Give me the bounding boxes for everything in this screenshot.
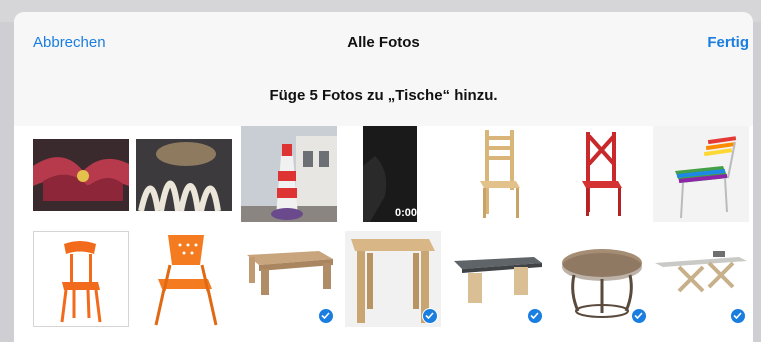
selected-checkmark-icon — [318, 308, 334, 324]
photo-thumbnail[interactable] — [241, 126, 337, 222]
selection-prompt: Füge 5 Fotos zu „Tische“ hinzu. — [14, 74, 753, 127]
photo-thumbnail[interactable] — [345, 231, 441, 327]
selected-checkmark-icon — [527, 308, 543, 324]
photo-thumbnail[interactable] — [33, 126, 129, 222]
photo-thumbnail[interactable] — [554, 231, 650, 327]
photo-thumbnail[interactable] — [554, 126, 650, 222]
navigation-bar: Abbrechen Alle Fotos Fertig — [14, 12, 753, 74]
photo-thumbnail[interactable] — [136, 126, 232, 222]
background-app-edge — [0, 22, 14, 342]
selected-checkmark-icon — [631, 308, 647, 324]
photo-grid: 0:00 — [14, 126, 753, 342]
photo-thumbnail[interactable] — [653, 126, 749, 222]
background-app-edge — [753, 22, 761, 342]
selected-checkmark-icon — [422, 308, 438, 324]
orange-chair-image — [34, 232, 128, 326]
photo-thumbnail[interactable] — [450, 126, 546, 222]
lighthouse-image — [241, 126, 337, 222]
photo-thumbnail[interactable] — [241, 231, 337, 327]
photo-thumbnail[interactable] — [450, 231, 546, 327]
white-flower-image — [136, 126, 232, 222]
photo-thumbnail[interactable] — [33, 231, 129, 327]
rainbow-chair-image — [653, 126, 749, 222]
photo-thumbnail[interactable] — [653, 231, 749, 327]
selected-checkmark-icon — [730, 308, 746, 324]
orange-perforated-chair-image — [136, 231, 232, 327]
dark-video-image — [345, 126, 441, 222]
photo-thumbnail[interactable] — [136, 231, 232, 327]
wooden-chair-image — [450, 126, 546, 222]
red-flower-image — [33, 126, 129, 222]
photo-picker-sheet: Abbrechen Alle Fotos Fertig Füge 5 Fotos… — [14, 12, 753, 342]
page-title: Alle Fotos — [347, 34, 420, 51]
red-chair-image — [554, 126, 650, 222]
video-thumbnail[interactable]: 0:00 — [345, 126, 441, 222]
done-button[interactable]: Fertig — [707, 34, 749, 51]
video-duration: 0:00 — [394, 207, 417, 219]
